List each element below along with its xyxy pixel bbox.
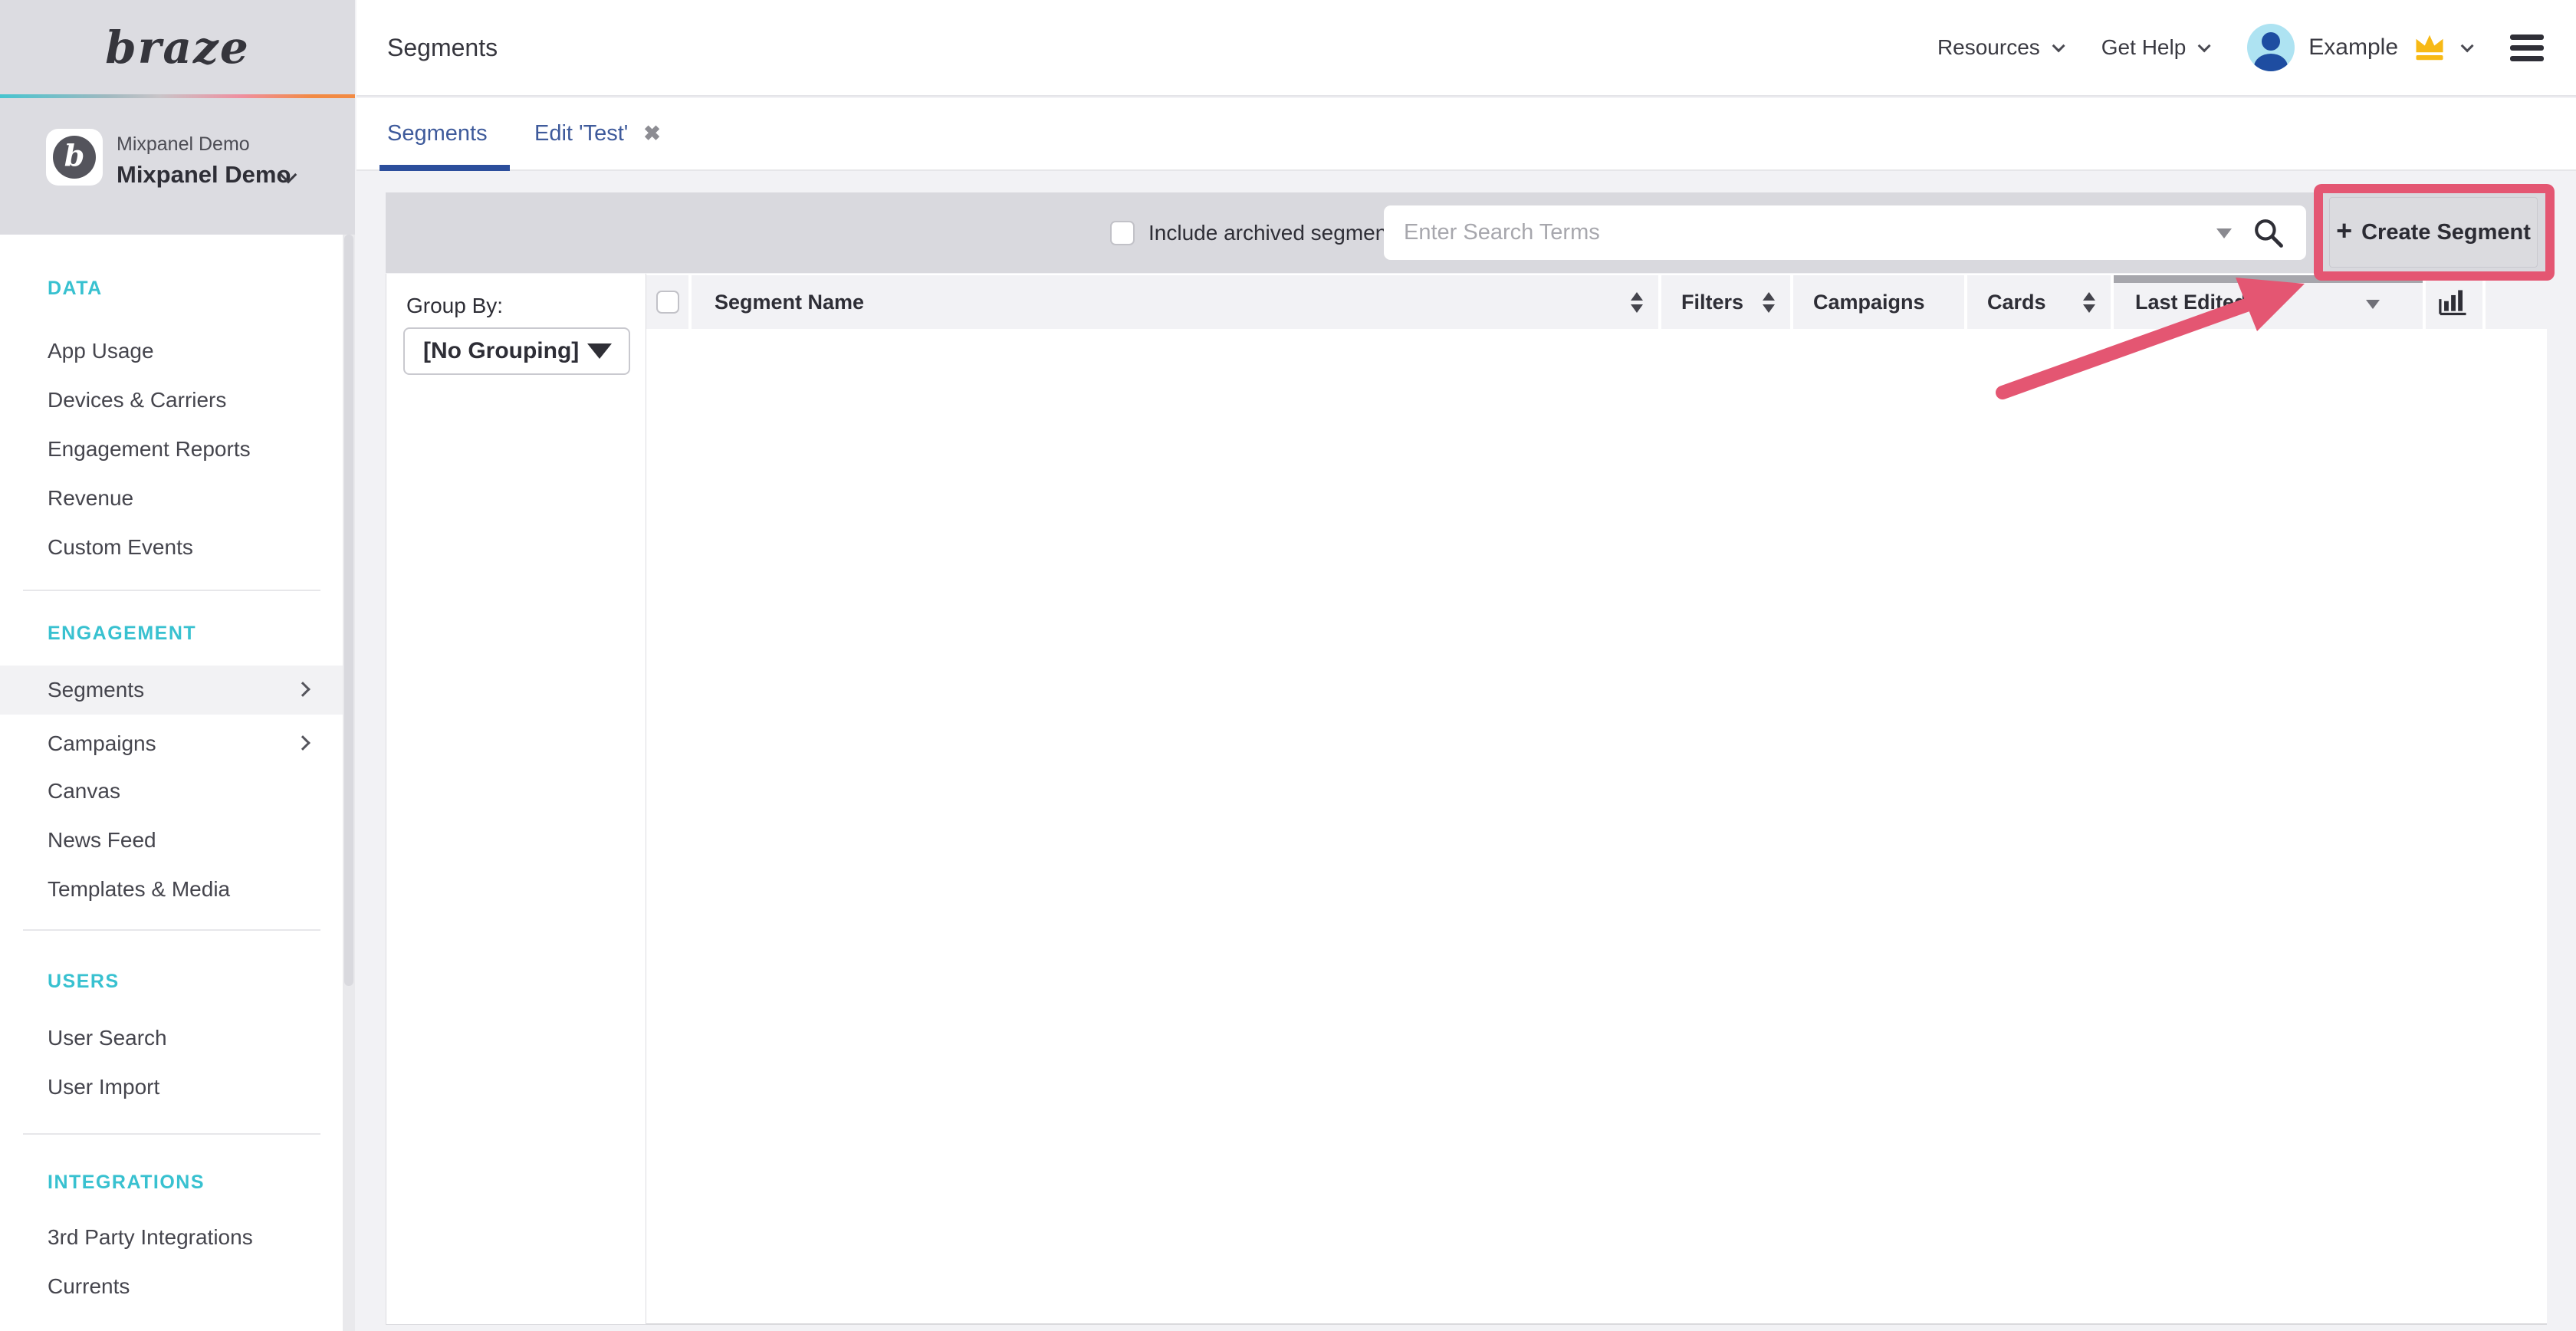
column-header-campaigns[interactable]: Campaigns [1793, 275, 1964, 329]
sidebar-item-custom-events[interactable]: Custom Events [0, 523, 343, 572]
sidebar-item-currents[interactable]: Currents [0, 1262, 343, 1311]
chevron-down-icon [2461, 39, 2474, 52]
crown-icon [2412, 32, 2447, 63]
column-dropdown-caret-icon[interactable] [2366, 300, 2380, 309]
include-archived-group: Include archived segments [1110, 192, 1404, 273]
bar-chart-icon [2437, 287, 2471, 317]
workspace-app-icon: b [46, 129, 103, 186]
divider [23, 929, 320, 931]
divider [23, 590, 320, 591]
group-by-select[interactable]: [No Grouping] [403, 327, 630, 375]
search-dropdown-caret-icon[interactable] [2216, 228, 2232, 238]
sort-icon[interactable] [1631, 292, 1643, 313]
divider [23, 1133, 320, 1135]
group-by-label: Group By: [406, 294, 503, 318]
sidebar: braze b Mixpanel Demo Mixpanel Demo DATA… [0, 0, 355, 1331]
section-heading-integrations: INTEGRATIONS [48, 1172, 205, 1194]
sort-icon[interactable] [1763, 292, 1775, 313]
sidebar-item-revenue[interactable]: Revenue [0, 474, 343, 523]
braze-dashboard: braze b Mixpanel Demo Mixpanel Demo DATA… [0, 0, 2576, 1331]
braze-logo: braze [105, 21, 250, 74]
active-tab-underline [380, 165, 510, 171]
workspace-company-name: Mixpanel Demo [117, 133, 250, 156]
column-header-cards[interactable]: Cards [1967, 275, 2111, 329]
sidebar-item-devices-carriers[interactable]: Devices & Carriers [0, 376, 343, 425]
search-input[interactable] [1384, 205, 2196, 260]
mixpanel-logo-icon: b [53, 136, 96, 179]
sidebar-scrollbar[interactable] [343, 235, 355, 1331]
column-header-last-edited[interactable]: Last Edited [2114, 275, 2423, 329]
sidebar-item-user-search[interactable]: User Search [0, 1014, 343, 1063]
sidebar-nav: DATA App Usage Devices & Carriers Engage… [0, 235, 355, 1331]
logo-block[interactable]: braze [0, 0, 355, 94]
user-menu[interactable]: Example [2247, 24, 2470, 71]
segments-table: Segment Name Filters Campaigns Cards Las… [646, 274, 2547, 1325]
chevron-down-icon [2052, 39, 2065, 52]
avatar [2247, 24, 2295, 71]
column-header-segment-name[interactable]: Segment Name [692, 275, 1658, 329]
sidebar-item-canvas[interactable]: Canvas [0, 767, 343, 816]
workspace-switcher[interactable]: b Mixpanel Demo Mixpanel Demo [0, 98, 355, 235]
include-archived-label: Include archived segments [1148, 221, 1404, 245]
section-heading-data: DATA [48, 278, 103, 300]
include-archived-checkbox[interactable] [1110, 221, 1135, 245]
search-button[interactable] [2252, 216, 2288, 250]
section-heading-users: USERS [48, 971, 120, 993]
top-header: Segments Resources Get Help Example [356, 0, 2576, 97]
chevron-down-icon [2198, 39, 2211, 52]
search-box [1384, 205, 2306, 260]
sidebar-item-campaigns[interactable]: Campaigns [0, 719, 343, 768]
column-header-filters[interactable]: Filters [1661, 275, 1790, 329]
hamburger-menu-icon[interactable] [2510, 35, 2544, 61]
resources-menu[interactable]: Resources [1937, 35, 2062, 60]
sidebar-item-segments[interactable]: Segments [0, 666, 343, 715]
sidebar-item-user-import[interactable]: User Import [0, 1063, 343, 1112]
group-by-panel: Group By: [No Grouping] [386, 274, 646, 1325]
select-all-checkbox[interactable] [656, 291, 679, 314]
sidebar-item-news-feed[interactable]: News Feed [0, 816, 343, 865]
annotation-highlight-box [2314, 184, 2555, 281]
sidebar-scrollbar-thumb[interactable] [344, 235, 353, 986]
sidebar-item-engagement-reports[interactable]: Engagement Reports [0, 425, 343, 474]
column-header-empty [2486, 275, 2547, 329]
chevron-right-icon [295, 735, 310, 751]
chevron-right-icon [295, 682, 310, 697]
close-tab-icon[interactable]: ✖ [643, 122, 661, 146]
select-all-cell [646, 275, 688, 329]
tabs-bar: Segments Edit 'Test' ✖ [356, 98, 2576, 171]
user-name: Example [2308, 35, 2398, 61]
page-title: Segments [387, 34, 498, 62]
segments-toolbar: Include archived segments [386, 192, 2547, 273]
search-icon [2252, 216, 2285, 250]
section-heading-engagement: ENGAGEMENT [48, 623, 196, 645]
tab-segments[interactable]: Segments [387, 98, 488, 169]
column-header-analytics[interactable] [2426, 275, 2482, 329]
sidebar-item-templates-media[interactable]: Templates & Media [0, 865, 343, 914]
tab-edit-test[interactable]: Edit 'Test' ✖ [534, 98, 661, 169]
sort-icon[interactable] [2083, 292, 2095, 313]
dropdown-caret-icon [587, 343, 612, 359]
sidebar-item-3rd-party-integrations[interactable]: 3rd Party Integrations [0, 1213, 343, 1262]
get-help-menu[interactable]: Get Help [2101, 35, 2208, 60]
sidebar-item-app-usage[interactable]: App Usage [0, 327, 343, 376]
group-by-value: [No Grouping] [423, 338, 579, 364]
workspace-app-name: Mixpanel Demo [117, 161, 291, 189]
top-nav: Resources Get Help Example [1937, 0, 2544, 95]
